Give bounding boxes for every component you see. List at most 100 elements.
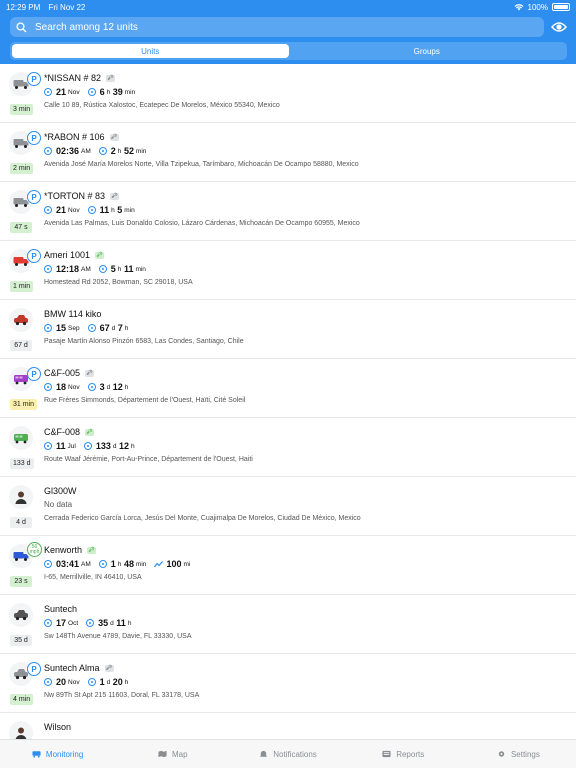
time-unit: Nov	[68, 678, 80, 686]
last-update-badge: 67 d	[10, 340, 32, 351]
duration: 1d 20 h	[87, 677, 129, 687]
unit-row[interactable]: P 31 min C&F-005 🔑︎ 18 Nov 3 d 12 h Rue Frères Si…	[0, 359, 576, 418]
time-value: 11	[56, 441, 66, 451]
status-bar: 12:29 PM Fri Nov 22 100%	[0, 0, 576, 14]
time-value: 20	[56, 677, 67, 687]
duration-value-2: 52	[123, 146, 134, 156]
unit-name-line: Kenworth 🔑︎	[44, 545, 97, 555]
tab-label: Settings	[510, 749, 540, 759]
duration-unit: h	[111, 206, 115, 214]
last-message-time: 18 Nov	[44, 382, 80, 392]
clock-icon	[44, 678, 52, 686]
parking-badge-icon: P	[27, 190, 41, 204]
tab-reports[interactable]: Reports	[346, 740, 461, 768]
unit-row[interactable]: Wilson	[0, 713, 576, 739]
unit-row[interactable]: P 47 s *TORTON # 83 🔑︎ 21 Nov 11 h 5 min Avenida …	[0, 182, 576, 241]
time-unit: AM	[81, 560, 91, 568]
clock-icon	[44, 206, 52, 214]
tab-map[interactable]: Map	[115, 740, 230, 768]
unit-row[interactable]: P 2 min *RABON # 106 🔑︎ 02:36 AM 2 h 52 min Aveni…	[0, 123, 576, 182]
duration-value: 11	[99, 205, 110, 215]
bus-icon	[9, 426, 33, 450]
unit-name-line: *NISSAN # 82 🔑︎	[44, 73, 116, 83]
time-unit: AM	[81, 265, 91, 273]
unit-address: Calle 10 89, Rústica Xalostoc, Ecatepec …	[44, 102, 280, 109]
clock-icon	[44, 442, 52, 450]
segment-groups[interactable]: Groups	[289, 44, 566, 58]
clock-icon	[44, 88, 52, 96]
duration-unit-2: h	[124, 678, 129, 686]
unit-row[interactable]: 133 d C&F-008 🔑︎ 11 Jul 133 d 12 h Route Waaf Jé…	[0, 418, 576, 477]
unit-meta: 17 Oct 35 d 11 h	[44, 618, 139, 628]
unit-address: Avenida José María Morelos Norte, Villa …	[44, 161, 359, 168]
mileage-value: 100	[166, 559, 182, 569]
time-unit: Jul	[67, 442, 76, 450]
key-icon: 🔑︎	[85, 369, 95, 377]
time-unit: Nov	[68, 88, 80, 96]
tab-monitoring[interactable]: Monitoring	[0, 740, 115, 768]
duration: 67 d 7h	[87, 323, 128, 333]
map-icon	[158, 750, 167, 758]
unit-row[interactable]: P 3 min *NISSAN # 82 🔑︎ 21 Nov 6 h 39 min Calle 1…	[0, 64, 576, 123]
clock-icon	[44, 265, 52, 273]
duration-value-2: 11	[123, 264, 134, 274]
duration-unit: h	[117, 265, 122, 273]
unit-row[interactable]: P 1 min Ameri 1001 🔑︎ 12:18 AM 5 h 11 min Homeste…	[0, 241, 576, 300]
unit-row[interactable]: 4 d Gl300W No data Cerrada Federico García …	[0, 477, 576, 536]
unit-address: Pasaje Martín Alonso Pinzón 6583, Las Co…	[44, 338, 244, 345]
unit-address: Homestead Rd 2052, Bowman, SC 29018, USA	[44, 279, 193, 286]
unit-name-line: *TORTON # 83 🔑︎	[44, 191, 120, 201]
segment-units[interactable]: Units	[12, 44, 289, 58]
duration-unit-2: min	[124, 88, 136, 96]
units-list: P3 min *NISSAN # 82 🔑︎ 21 Nov 6 h 39 min Calle 1…	[0, 64, 576, 739]
duration-unit: h	[117, 560, 122, 568]
unit-row[interactable]: 56 mph 23 s Kenworth 🔑︎ 03:41 AM 1 h 48 min 100 mi I…	[0, 536, 576, 595]
eye-icon[interactable]	[551, 20, 567, 34]
search-bar[interactable]	[10, 17, 544, 37]
duration-unit-2: min	[135, 147, 147, 155]
last-message-time: 20 Nov	[44, 677, 80, 687]
duration: 5h 11 min	[98, 264, 146, 274]
duration-value: 133	[95, 441, 111, 451]
unit-row[interactable]: P4 min Suntech Alma 🔑︎ 20 Nov 1 d 20 h Nw 89Th S…	[0, 654, 576, 713]
tab-settings[interactable]: Settings	[461, 740, 576, 768]
person-icon	[9, 485, 33, 509]
key-icon: 🔑︎	[87, 546, 97, 554]
duration-unit-2: min	[124, 206, 135, 214]
duration-value-2: 12	[112, 382, 123, 392]
unit-row[interactable]: 35 d Suntech 17 Oct 35 d 11 h Sw 148Th Avenue 4…	[0, 595, 576, 654]
timer-icon	[98, 147, 107, 155]
unit-name: Ameri 1001	[44, 250, 91, 260]
unit-name: C&F-008	[44, 427, 81, 437]
time-value: 21	[56, 87, 67, 97]
parking-badge-icon: P	[27, 72, 41, 86]
time-unit: Oct	[68, 619, 79, 627]
unit-row[interactable]: 67 d BMW 114 kiko 15 Sep 67 d 7 h Pasaje Martín…	[0, 300, 576, 359]
tab-notifications[interactable]: Notifications	[230, 740, 345, 768]
time-value: 03:41	[56, 559, 80, 569]
duration-value-2: 7	[117, 323, 123, 333]
timer-icon	[87, 383, 96, 391]
last-message-time: 17 Oct	[44, 618, 78, 628]
last-message-time: 12:18 AM	[44, 264, 91, 274]
unit-name-line: Gl300W	[44, 486, 77, 496]
clock-icon	[44, 619, 52, 627]
duration-unit: d	[111, 324, 116, 332]
duration: 6h 39 min	[87, 87, 136, 97]
car-icon	[9, 308, 33, 332]
gear-icon	[498, 751, 505, 757]
duration-unit-2: min	[135, 560, 147, 568]
speed-unit: mph	[29, 548, 40, 555]
unit-name: Kenworth	[44, 545, 83, 555]
mileage-unit: mi	[183, 560, 191, 568]
key-icon: 🔑︎	[109, 133, 119, 141]
unit-meta: 02:36 AM 2 h 52 min	[44, 146, 154, 156]
duration-value: 6	[99, 87, 105, 97]
duration-value-2: 11	[116, 618, 126, 628]
last-update-badge: 47 s	[10, 222, 32, 233]
time-unit: AM	[81, 147, 91, 155]
battery-percent: 100%	[527, 2, 548, 12]
parking-badge-icon: P	[27, 131, 41, 145]
unit-address: Sw 148Th Avenue 4789, Davie, FL 33330, U…	[44, 633, 192, 640]
search-input[interactable]	[35, 21, 515, 33]
